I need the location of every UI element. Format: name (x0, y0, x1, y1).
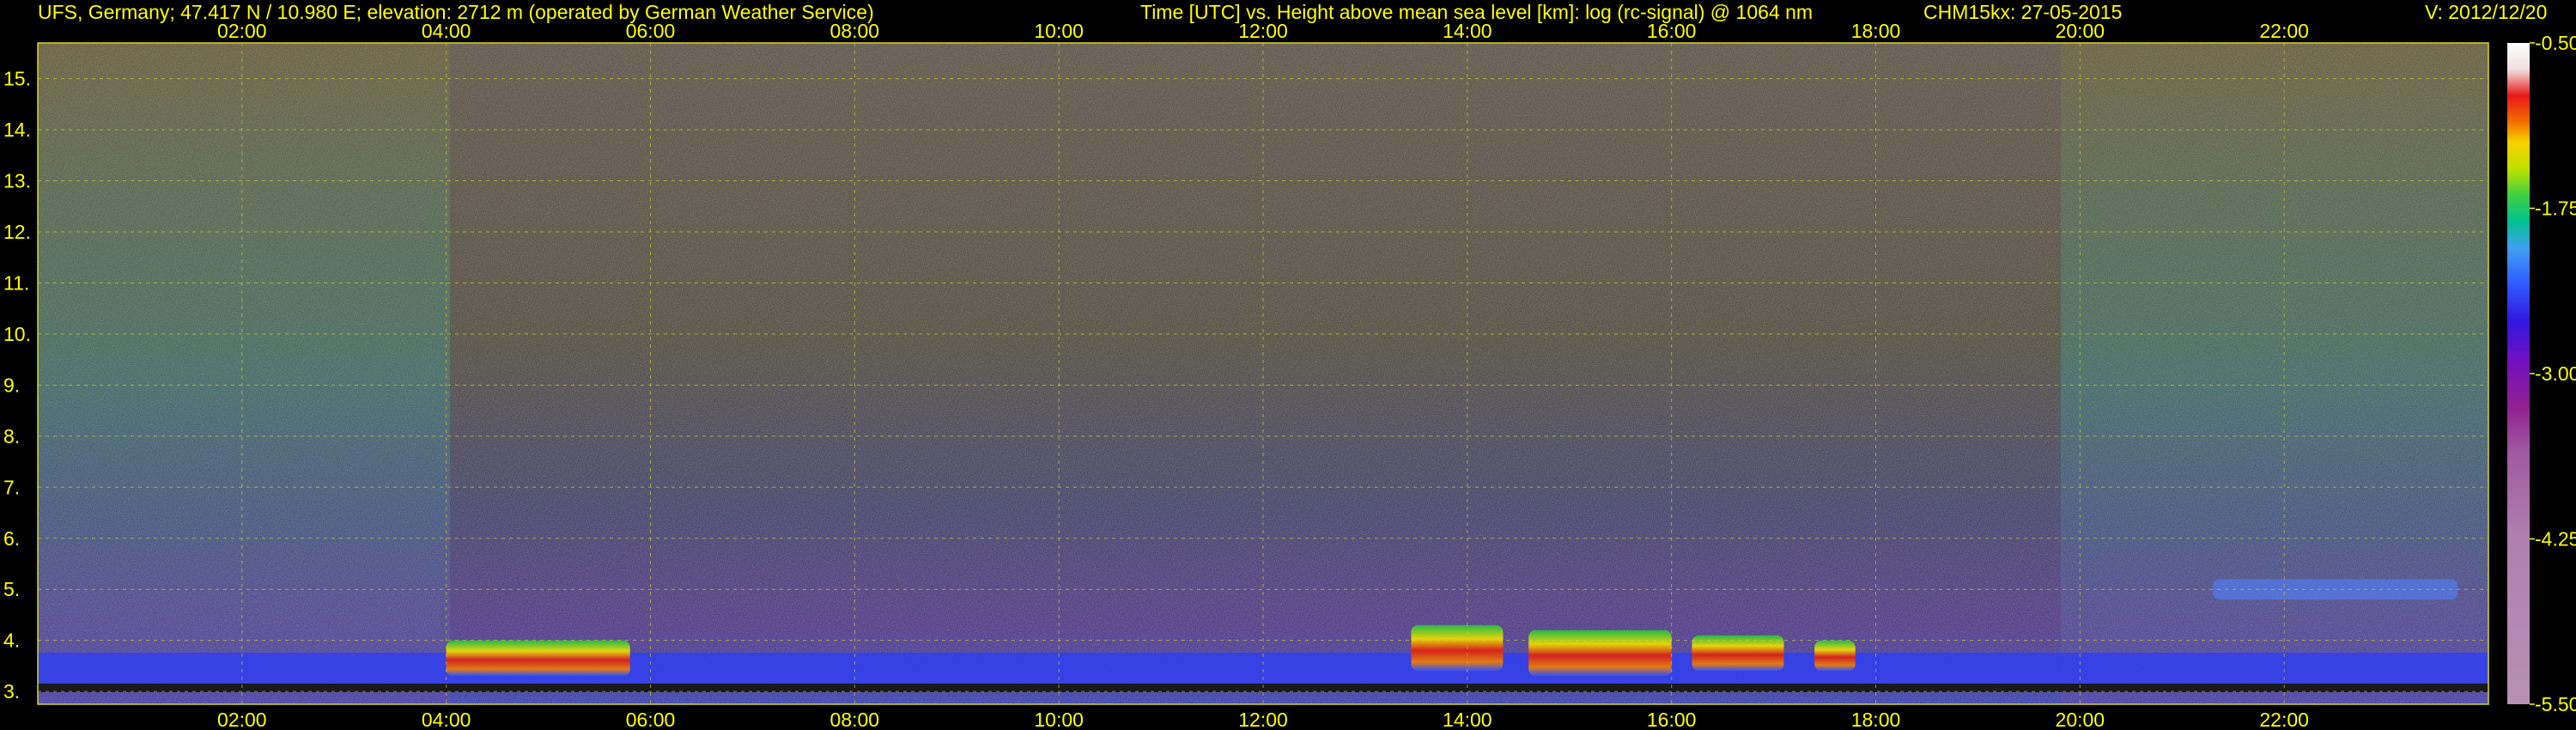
y-tick-label: 3. (3, 680, 20, 703)
x-tick-label-top: 08:00 (830, 20, 880, 42)
y-tick-label: 6. (3, 527, 20, 550)
x-tick-label-bottom: 02:00 (217, 709, 267, 730)
x-tick-label-bottom: 20:00 (2056, 709, 2105, 730)
x-tick-label-bottom: 22:00 (2259, 709, 2309, 730)
colorbar-label: -5.50 (2535, 693, 2576, 715)
x-tick-label-bottom: 04:00 (422, 709, 471, 730)
x-tick-label-top: 12:00 (1238, 20, 1288, 42)
x-tick-label-top: 06:00 (626, 20, 676, 42)
cloud-feature (446, 640, 630, 677)
ceilometer-chart: 3. 4. 5. 6. 7. 8. 9. 10. 11. 12. 13. 14. 15. 02:00 04… (3, 20, 2576, 730)
x-tick-label-bottom: 16:00 (1647, 709, 1697, 730)
cloud-feature (1528, 630, 1672, 677)
x-tick-label-top: 10:00 (1034, 20, 1084, 42)
y-tick-label: 14. (3, 119, 31, 141)
colorbar-label: -0.50 (2535, 32, 2576, 54)
y-tick-label: 9. (3, 374, 20, 396)
y-tick-label: 4. (3, 630, 20, 652)
colorbar-label: -1.75 (2535, 198, 2576, 220)
y-tick-label: 10. (3, 323, 31, 345)
y-tick-label: 7. (3, 476, 20, 498)
cloud-feature (1814, 640, 1856, 672)
x-tick-label-top: 18:00 (1851, 20, 1901, 42)
x-tick-label-bottom: 14:00 (1443, 709, 1492, 730)
x-tick-label-bottom: 18:00 (1851, 709, 1901, 730)
x-tick-label-bottom: 10:00 (1034, 709, 1084, 730)
x-tick-label-top: 02:00 (217, 20, 267, 42)
x-tick-label-top: 20:00 (2056, 20, 2105, 42)
y-tick-label: 11. (3, 271, 29, 294)
x-tick-label-top: 22:00 (2259, 20, 2309, 42)
x-tick-label-top: 14:00 (1443, 20, 1492, 42)
cloud-feature (1411, 624, 1504, 672)
x-tick-label-bottom: 12:00 (1238, 709, 1288, 730)
colorbar-label: -3.00 (2535, 362, 2576, 385)
signal-noise (38, 43, 2488, 704)
x-tick-label-bottom: 06:00 (626, 709, 676, 730)
y-tick-label: 8. (3, 425, 20, 447)
colorbar-label: -4.25 (2535, 528, 2576, 551)
y-tick-label: 15. (3, 68, 31, 90)
y-tick-label: 12. (3, 221, 31, 243)
y-tick-label: 13. (3, 170, 31, 192)
x-tick-label-top: 16:00 (1647, 20, 1697, 42)
x-tick-label-top: 04:00 (422, 20, 471, 42)
x-tick-label-bottom: 08:00 (830, 709, 880, 730)
y-tick-label: 5. (3, 578, 20, 600)
colorbar (2507, 43, 2530, 704)
